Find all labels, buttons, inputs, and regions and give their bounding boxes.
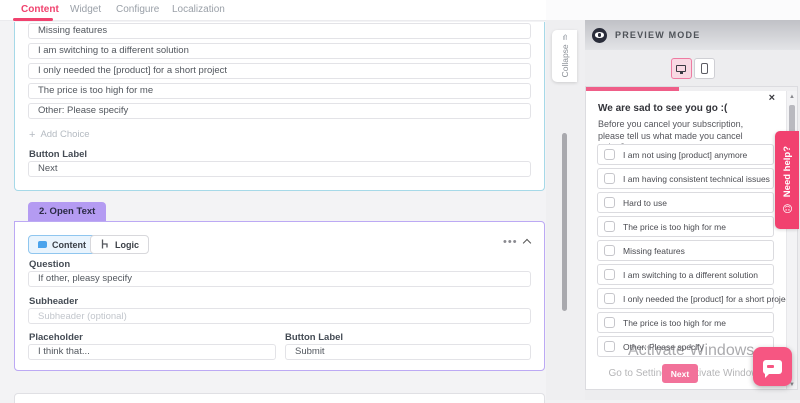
preview-mode-label: PREVIEW MODE (615, 30, 700, 40)
checkbox-icon[interactable] (604, 269, 615, 280)
survey-option[interactable]: I only needed the [product] for a short … (597, 288, 774, 309)
button-label2-label: Button Label (285, 332, 343, 343)
choice-input[interactable]: I only needed the [product] for a short … (28, 63, 531, 79)
choice-input[interactable]: Other: Please specify (28, 103, 531, 119)
survey-preview-card: × We are sad to see you go :( Before you… (585, 86, 798, 390)
checkbox-icon[interactable] (604, 221, 615, 232)
smiley-icon: ☺ (782, 203, 793, 214)
question2-badge[interactable]: 2. Open Text (28, 202, 106, 221)
choice-input[interactable]: The price is too high for me (28, 83, 531, 99)
survey-title: We are sad to see you go :( (598, 103, 727, 114)
button-label-input[interactable]: Next (28, 161, 531, 177)
logic-segment-button[interactable]: Logic (90, 235, 149, 254)
placeholder-input[interactable]: I think that... (28, 344, 276, 360)
survey-option[interactable]: I am not using [product] anymore (597, 144, 774, 165)
editor-tabbar: Content Widget Configure Localization (0, 0, 546, 21)
desktop-device-button[interactable] (671, 58, 692, 79)
mobile-icon (701, 63, 708, 74)
survey-option[interactable]: Missing features (597, 240, 774, 261)
choice-input[interactable]: Missing features (28, 23, 531, 39)
active-tab-underline (13, 18, 53, 21)
subheader-input[interactable] (28, 308, 531, 324)
desktop-icon (676, 65, 686, 72)
survey-next-button[interactable]: Next (662, 364, 698, 383)
checkbox-icon[interactable] (604, 197, 615, 208)
tab-content[interactable]: Content (21, 4, 59, 15)
question-label: Question (29, 259, 70, 270)
need-help-tab[interactable]: ☺ Need help? (775, 131, 799, 229)
checkbox-icon[interactable] (604, 341, 615, 352)
editor-scrollbar-thumb[interactable] (562, 133, 567, 311)
checkbox-icon[interactable] (604, 149, 615, 160)
ellipsis-menu-icon[interactable]: ••• (503, 236, 518, 248)
survey-option[interactable]: The price is too high for me (597, 312, 774, 333)
progress-fill (586, 87, 679, 91)
survey-option[interactable]: I am having consistent technical issues (597, 168, 774, 189)
survey-options: I am not using [product] anymore I am ha… (597, 144, 774, 360)
button-label2-input[interactable]: Submit (285, 344, 531, 360)
checkbox-icon[interactable] (604, 317, 615, 328)
tab-configure[interactable]: Configure (116, 4, 159, 15)
question2-card: Content Logic ••• Question If other, ple… (14, 221, 545, 371)
choice-input[interactable]: I am switching to a different solution (28, 43, 531, 59)
tab-widget[interactable]: Widget (70, 4, 101, 15)
survey-option[interactable]: Hard to use (597, 192, 774, 213)
survey-progress-track (586, 87, 797, 91)
survey-option[interactable]: I am switching to a different solution (597, 264, 774, 285)
button-label-label: Button Label (29, 149, 87, 160)
survey-option[interactable]: The price is too high for me (597, 216, 774, 237)
chat-bubble-icon (763, 360, 782, 374)
question3-card-top (14, 393, 545, 403)
scroll-up-icon[interactable]: ▲ (787, 94, 797, 100)
question1-card: Missing features I am switching to a diff… (14, 22, 545, 191)
checkbox-icon[interactable] (604, 245, 615, 256)
collapse-icon: ≡› (560, 35, 569, 40)
editor-panel: Content Widget Configure Localization Mi… (0, 0, 546, 400)
preview-header: PREVIEW MODE (585, 20, 800, 50)
close-icon[interactable]: × (769, 93, 775, 104)
device-toggle-row (585, 50, 800, 86)
mobile-device-button[interactable] (694, 58, 715, 79)
tab-localization[interactable]: Localization (172, 4, 225, 15)
add-choice-button[interactable]: + Add Choice (29, 129, 90, 140)
question-input[interactable]: If other, pleasy specify (28, 271, 531, 287)
placeholder-label: Placeholder (29, 332, 83, 343)
checkbox-icon[interactable] (604, 173, 615, 184)
top-strip (546, 0, 800, 20)
eye-icon (592, 28, 607, 43)
chevron-up-icon[interactable] (523, 239, 531, 247)
content-segment-button[interactable]: Content (28, 235, 96, 254)
checkbox-icon[interactable] (604, 293, 615, 304)
branch-icon (100, 239, 110, 250)
activate-windows-watermark: Activate Windows (628, 342, 754, 360)
chat-widget-button[interactable] (753, 347, 792, 386)
speech-bubble-icon (38, 241, 47, 248)
collapse-tab[interactable]: Collapse ≡› (552, 30, 577, 82)
subheader-label: Subheader (29, 296, 78, 307)
plus-icon: + (29, 130, 35, 140)
